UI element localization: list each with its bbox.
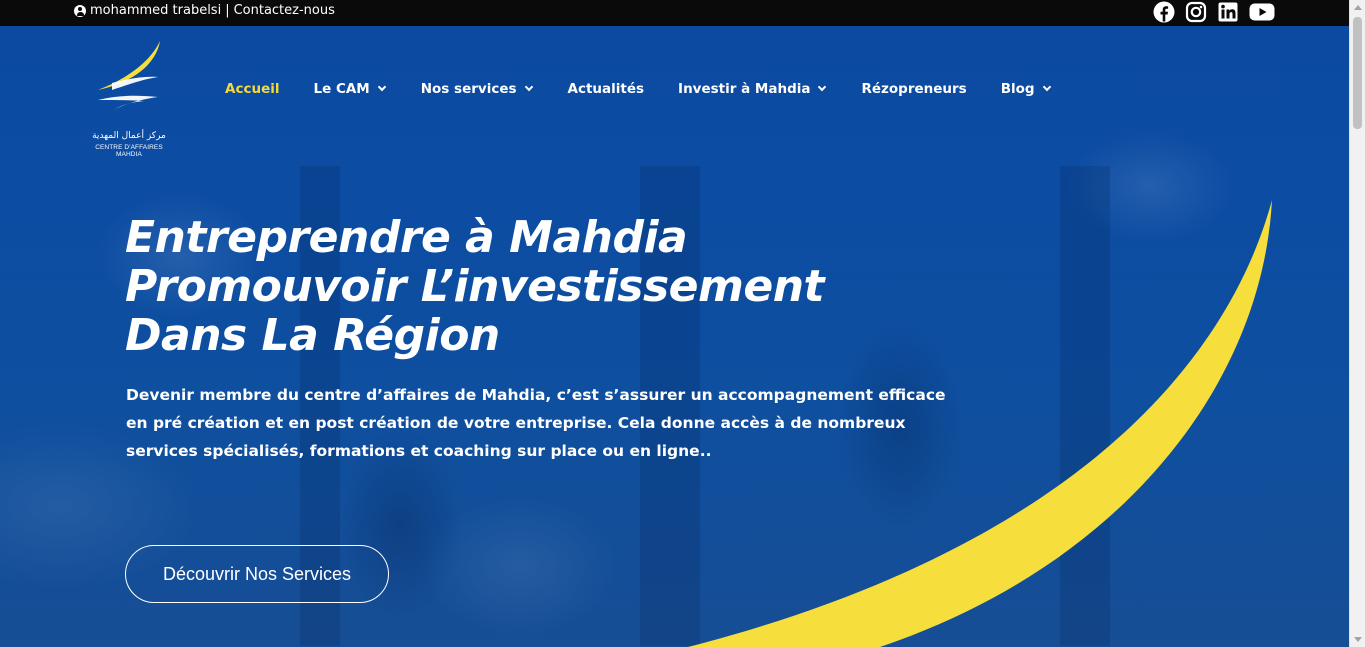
- nav-item-le-cam[interactable]: Le CAM: [313, 81, 386, 97]
- user-info: mohammed trabelsi | Contactez-nous: [74, 3, 335, 18]
- nav-item-blog[interactable]: Blog: [1000, 81, 1051, 97]
- headline-line: Promouvoir L’investissement: [125, 261, 825, 312]
- user-name[interactable]: mohammed trabelsi: [90, 3, 221, 18]
- discover-services-button[interactable]: Découvrir Nos Services: [125, 545, 389, 603]
- linkedin-icon[interactable]: [1217, 1, 1239, 23]
- nav-item-accueil[interactable]: Accueil: [225, 81, 279, 97]
- logo-mark-icon: [98, 41, 160, 110]
- nav-item-investir-a-mahdia[interactable]: Investir à Mahdia: [678, 81, 827, 97]
- top-bar: mohammed trabelsi | Contactez-nous: [0, 0, 1349, 26]
- nav-item-label: Le CAM: [313, 81, 370, 97]
- nav-item-label: Actualités: [567, 81, 645, 97]
- nav-item-nos-services[interactable]: Nos services: [420, 81, 533, 97]
- logo-french-text: CENTRE D'AFFAIRES MAHDIA: [95, 144, 163, 158]
- headline-line: Entreprendre à Mahdia: [125, 212, 688, 263]
- hero-intro-text: Devenir membre du centre d’affaires de M…: [126, 386, 946, 460]
- main-nav: Accueil Le CAM Nos services Actualités I…: [225, 81, 1051, 97]
- separator: |: [225, 3, 230, 18]
- chevron-down-icon: [524, 82, 533, 92]
- scroll-up-arrow-icon[interactable]: [1354, 5, 1362, 10]
- nav-item-label: Investir à Mahdia: [678, 81, 811, 97]
- headline-line: Dans La Région: [125, 310, 500, 361]
- page-scrollbar[interactable]: [1349, 0, 1365, 647]
- social-links: [1153, 0, 1275, 24]
- chevron-down-icon: [1042, 82, 1051, 92]
- user-icon: [74, 4, 86, 17]
- logo-arabic-text: مركز أعمال المهدية: [92, 131, 166, 141]
- hero-section: مركز أعمال المهدية CENTRE D'AFFAIRES MAH…: [0, 26, 1349, 647]
- scroll-down-arrow-icon[interactable]: [1354, 637, 1362, 642]
- nav-item-rezopreneurs[interactable]: Rézopreneurs: [861, 81, 966, 97]
- chevron-down-icon: [818, 82, 827, 92]
- scrollbar-thumb[interactable]: [1353, 17, 1362, 129]
- youtube-icon[interactable]: [1249, 1, 1275, 23]
- nav-item-label: Blog: [1000, 81, 1035, 97]
- nav-item-label: Rézopreneurs: [861, 81, 967, 97]
- chevron-down-icon: [377, 82, 386, 92]
- instagram-icon[interactable]: [1185, 1, 1207, 23]
- nav-item-actualites[interactable]: Actualités: [568, 81, 645, 97]
- nav-item-label: Nos services: [420, 81, 517, 97]
- contact-link[interactable]: Contactez-nous: [234, 3, 335, 18]
- hero-headline: Entreprendre à Mahdia Promouvoir L’inves…: [125, 212, 825, 361]
- nav-item-label: Accueil: [225, 81, 280, 97]
- site-logo[interactable]: مركز أعمال المهدية CENTRE D'AFFAIRES MAH…: [84, 40, 174, 158]
- facebook-icon[interactable]: [1153, 1, 1175, 23]
